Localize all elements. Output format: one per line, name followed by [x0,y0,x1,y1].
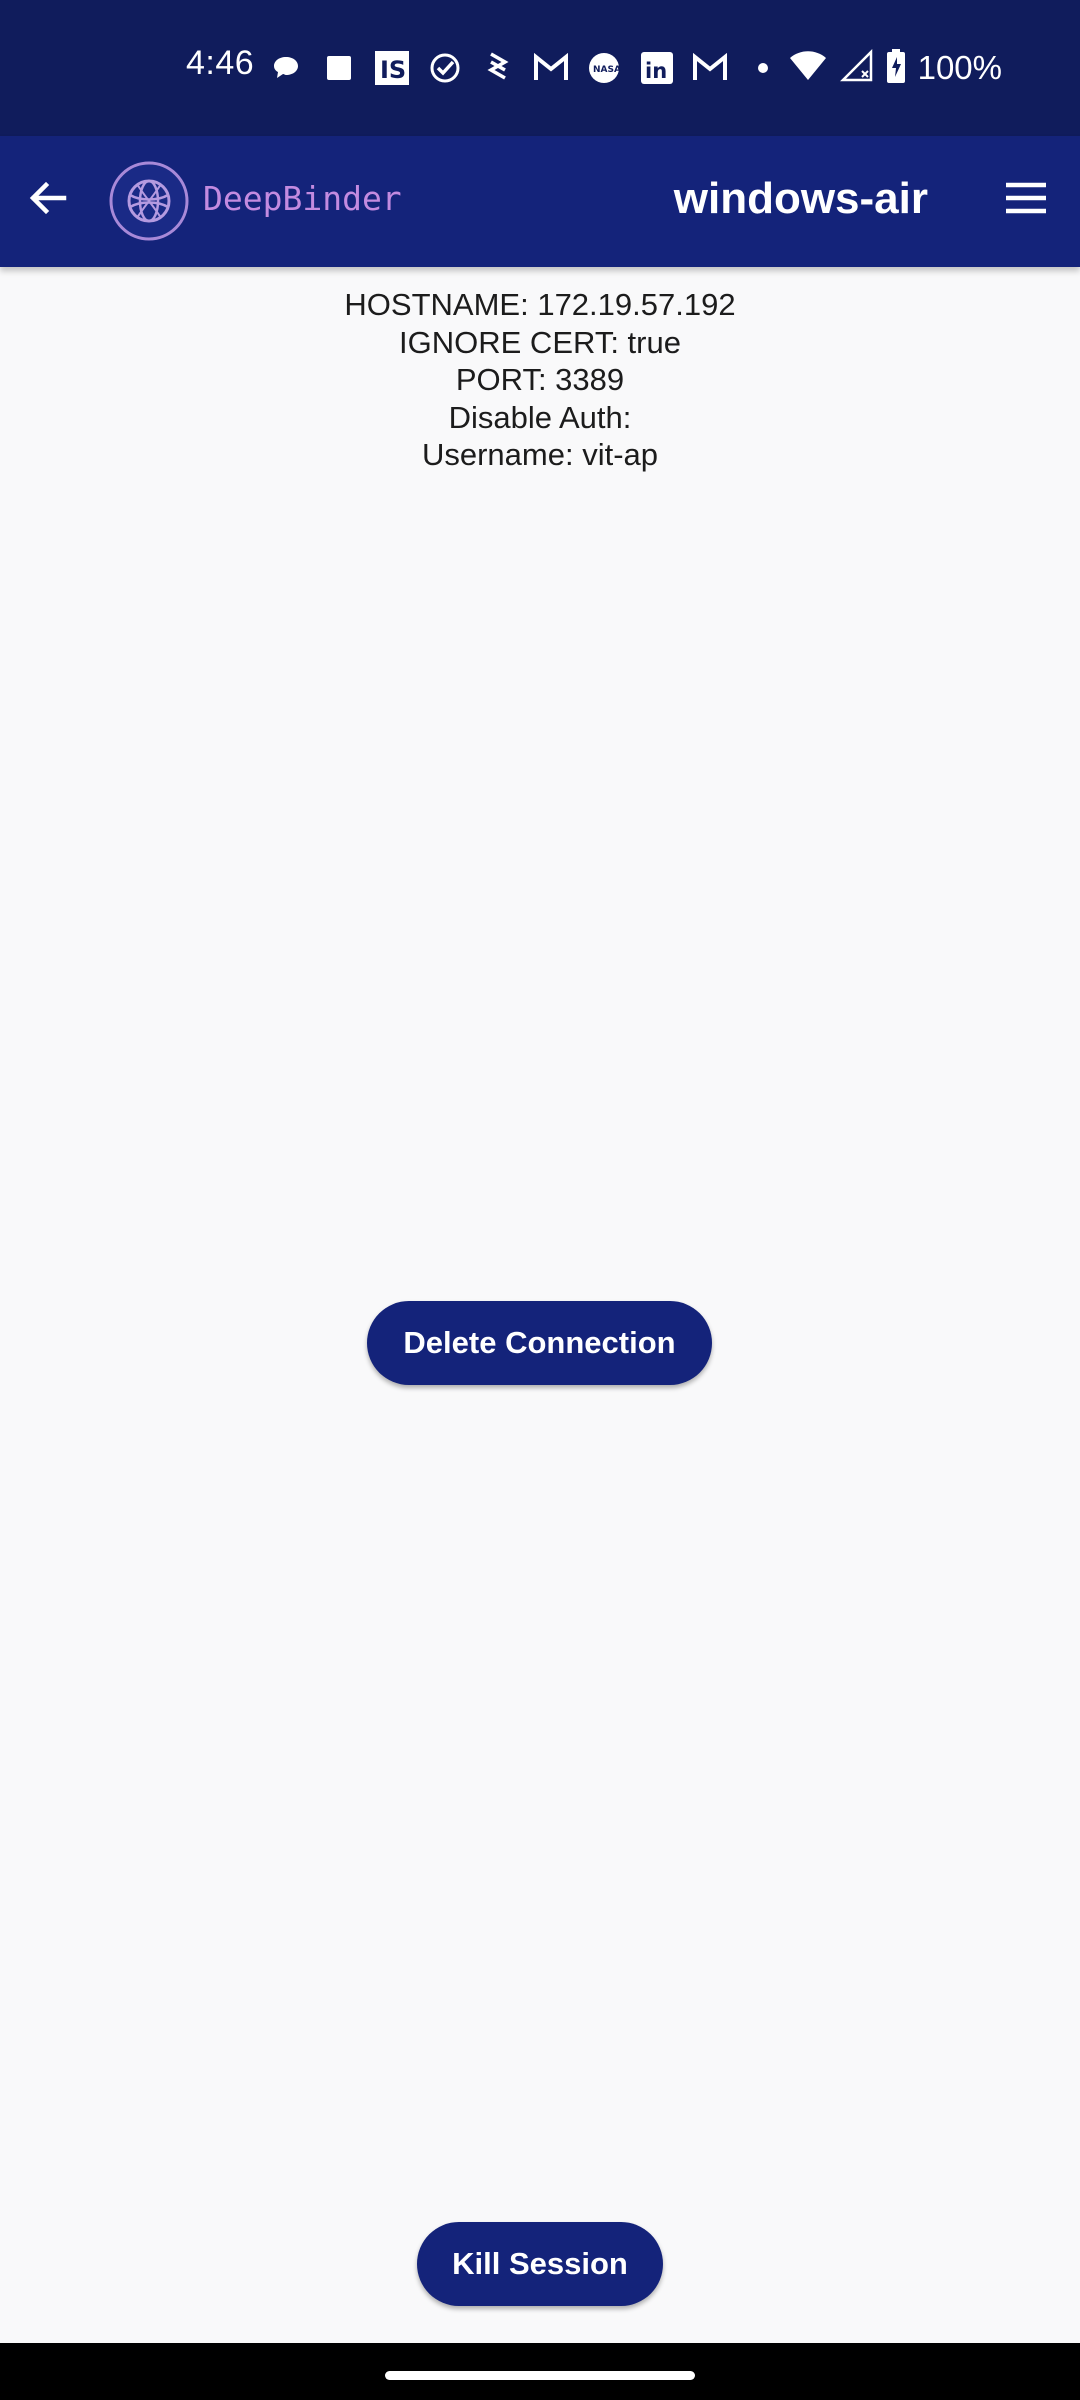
nasa-icon: NASA [586,50,622,86]
hamburger-menu-icon [1004,180,1048,221]
gmail-icon [692,50,728,86]
globe-logo-icon [108,160,190,242]
status-time: 4:46 [186,44,255,82]
username-text: Username: vit-ap [421,437,659,472]
brand-name: DeepBinder [203,179,402,218]
disable-auth-text: Disable Auth: [448,399,632,435]
check-circle-icon [427,50,463,86]
menu-button[interactable] [998,172,1054,228]
svg-text:NASA: NASA [593,65,621,75]
battery-charging-icon [886,48,906,89]
bluetooth-like-icon [480,50,516,86]
kill-session-button[interactable]: Kill Session [417,2222,663,2306]
hostname-text: HOSTNAME: 172.19.57.192 [344,287,736,322]
chat-bubble-icon [268,50,304,86]
battery-percentage: 100% [917,49,1002,86]
connection-details: HOSTNAME: 172.19.57.192 IGNORE CERT: tru… [0,286,1080,474]
status-bar: 4:46 IS NASA in 100% [0,0,1080,136]
delete-connection-button[interactable]: Delete Connection [367,1301,712,1385]
home-gesture-handle[interactable] [385,2371,695,2380]
page-title: windows-air [673,174,928,223]
is-app-icon: IS [374,50,410,86]
back-button[interactable] [18,170,78,230]
system-status: 100% [788,46,1002,90]
arrow-back-icon [26,176,70,225]
gmail-icon [533,50,569,86]
app-bar: DeepBinder windows-air [0,136,1080,267]
svg-text:IS: IS [380,56,406,84]
signal-icon [839,48,874,88]
dot-icon [745,50,781,86]
svg-text:in: in [645,59,667,83]
notification-icons: IS NASA in [268,46,781,90]
square-icon [321,50,357,86]
linkedin-icon: in [639,50,675,86]
port-text: PORT: 3389 [455,362,625,397]
wifi-icon [788,50,828,87]
ignore-cert-text: IGNORE CERT: true [399,324,681,360]
